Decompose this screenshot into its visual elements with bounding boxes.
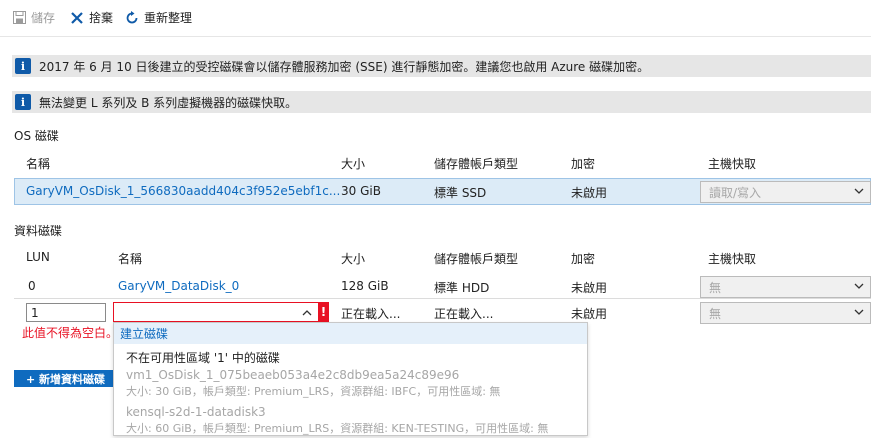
os-host-cache-select[interactable]: 讀取/寫入 [700, 181, 871, 203]
new-host-cache-value: 無 [709, 306, 722, 321]
data-header-name: 名稱 [118, 252, 143, 266]
data-host-cache-select[interactable]: 無 [700, 276, 871, 298]
notice-text: 2017 年 6 月 10 日後建立的受控磁碟會以儲存體服務加密 (SSE) 進… [39, 59, 650, 74]
dropdown-group-header: 不在可用性區域 '1' 中的磁碟 [126, 351, 280, 365]
chevron-down-icon [854, 309, 864, 315]
refresh-button[interactable]: 重新整理 [125, 9, 192, 26]
new-disk-storage-type: 正在載入... [434, 307, 494, 321]
encryption-notice: i 2017 年 6 月 10 日後建立的受控磁碟會以儲存體服務加密 (SSE)… [12, 55, 871, 77]
save-button[interactable]: 儲存 [12, 9, 55, 26]
chevron-down-icon [854, 283, 864, 289]
data-header-lun: LUN [26, 250, 50, 264]
save-icon [12, 11, 26, 25]
lun-input[interactable]: 1 [26, 303, 106, 322]
discard-label: 捨棄 [89, 11, 114, 25]
chevron-up-icon [302, 310, 312, 316]
command-bar: 儲存 捨棄 重新整理 [0, 0, 871, 36]
os-header-host-cache: 主機快取 [708, 157, 757, 171]
disk-dropdown: 建立磁碟 不在可用性區域 '1' 中的磁碟 vm1_OsDisk_1_075be… [113, 322, 588, 436]
os-header-size: 大小 [341, 157, 366, 171]
data-disk-lun: 0 [28, 279, 36, 293]
disk-name-combobox[interactable] [113, 302, 319, 322]
os-disk-storage-type: 標準 SSD [434, 186, 487, 200]
new-disk-encryption: 未啟用 [571, 307, 608, 321]
info-icon: i [15, 58, 31, 74]
os-disk-title: OS 磁碟 [14, 129, 59, 143]
refresh-icon [125, 10, 139, 25]
close-icon [70, 11, 84, 25]
os-header-storage-type: 儲存體帳戶類型 [434, 157, 519, 171]
notice-text: 無法變更 L 系列及 B 系列虛擬機器的磁碟快取。 [39, 95, 298, 110]
os-disk-name-link[interactable]: GaryVM_OsDisk_1_566830aadd404c3f952e5ebf… [26, 184, 340, 198]
data-disk-encryption: 未啟用 [571, 281, 608, 295]
info-icon: i [15, 94, 31, 110]
row-divider [14, 298, 871, 299]
create-disk-option[interactable]: 建立磁碟 [114, 323, 587, 344]
disk-option-name[interactable]: vm1_OsDisk_1_075beaeb053a4e2c8db9ea5a24c… [126, 368, 459, 382]
disk-option-name[interactable]: kensql-s2d-1-datadisk3 [126, 405, 266, 419]
add-data-disk-button[interactable]: + 新增資料磁碟 [14, 370, 114, 387]
os-header-encryption: 加密 [571, 157, 596, 171]
data-disk-name-link[interactable]: GaryVM_DataDisk_0 [118, 279, 239, 293]
data-header-storage-type: 儲存體帳戶類型 [434, 252, 519, 266]
data-header-host-cache: 主機快取 [708, 252, 757, 266]
new-host-cache-select[interactable]: 無 [700, 302, 871, 324]
data-host-cache-value: 無 [709, 280, 722, 295]
os-disk-encryption: 未啟用 [571, 186, 608, 200]
os-host-cache-value: 讀取/寫入 [709, 185, 762, 200]
refresh-label: 重新整理 [144, 11, 193, 25]
save-label: 儲存 [31, 11, 56, 25]
disk-option-details: 大小: 60 GiB，帳戶類型: Premium_LRS，資源群組: KEN-T… [126, 422, 549, 435]
os-disk-size: 30 GiB [341, 184, 381, 198]
data-disk-size: 128 GiB [341, 279, 389, 293]
data-disks-title: 資料磁碟 [14, 224, 63, 238]
validation-error: 此值不得為空白。 [22, 326, 119, 340]
data-disk-storage-type: 標準 HDD [434, 281, 490, 295]
disk-option-details: 大小: 30 GiB，帳戶類型: Premium_LRS，資源群組: IBFC，… [126, 385, 501, 398]
error-icon: ! [318, 302, 329, 322]
data-header-encryption: 加密 [571, 252, 596, 266]
chevron-down-icon [854, 188, 864, 194]
discard-button[interactable]: 捨棄 [70, 9, 113, 26]
data-header-size: 大小 [341, 252, 366, 266]
new-disk-size: 正在載入... [341, 307, 401, 321]
os-header-name: 名稱 [26, 157, 51, 171]
cache-notice: i 無法變更 L 系列及 B 系列虛擬機器的磁碟快取。 [12, 91, 871, 113]
toolbar-divider [0, 36, 871, 37]
